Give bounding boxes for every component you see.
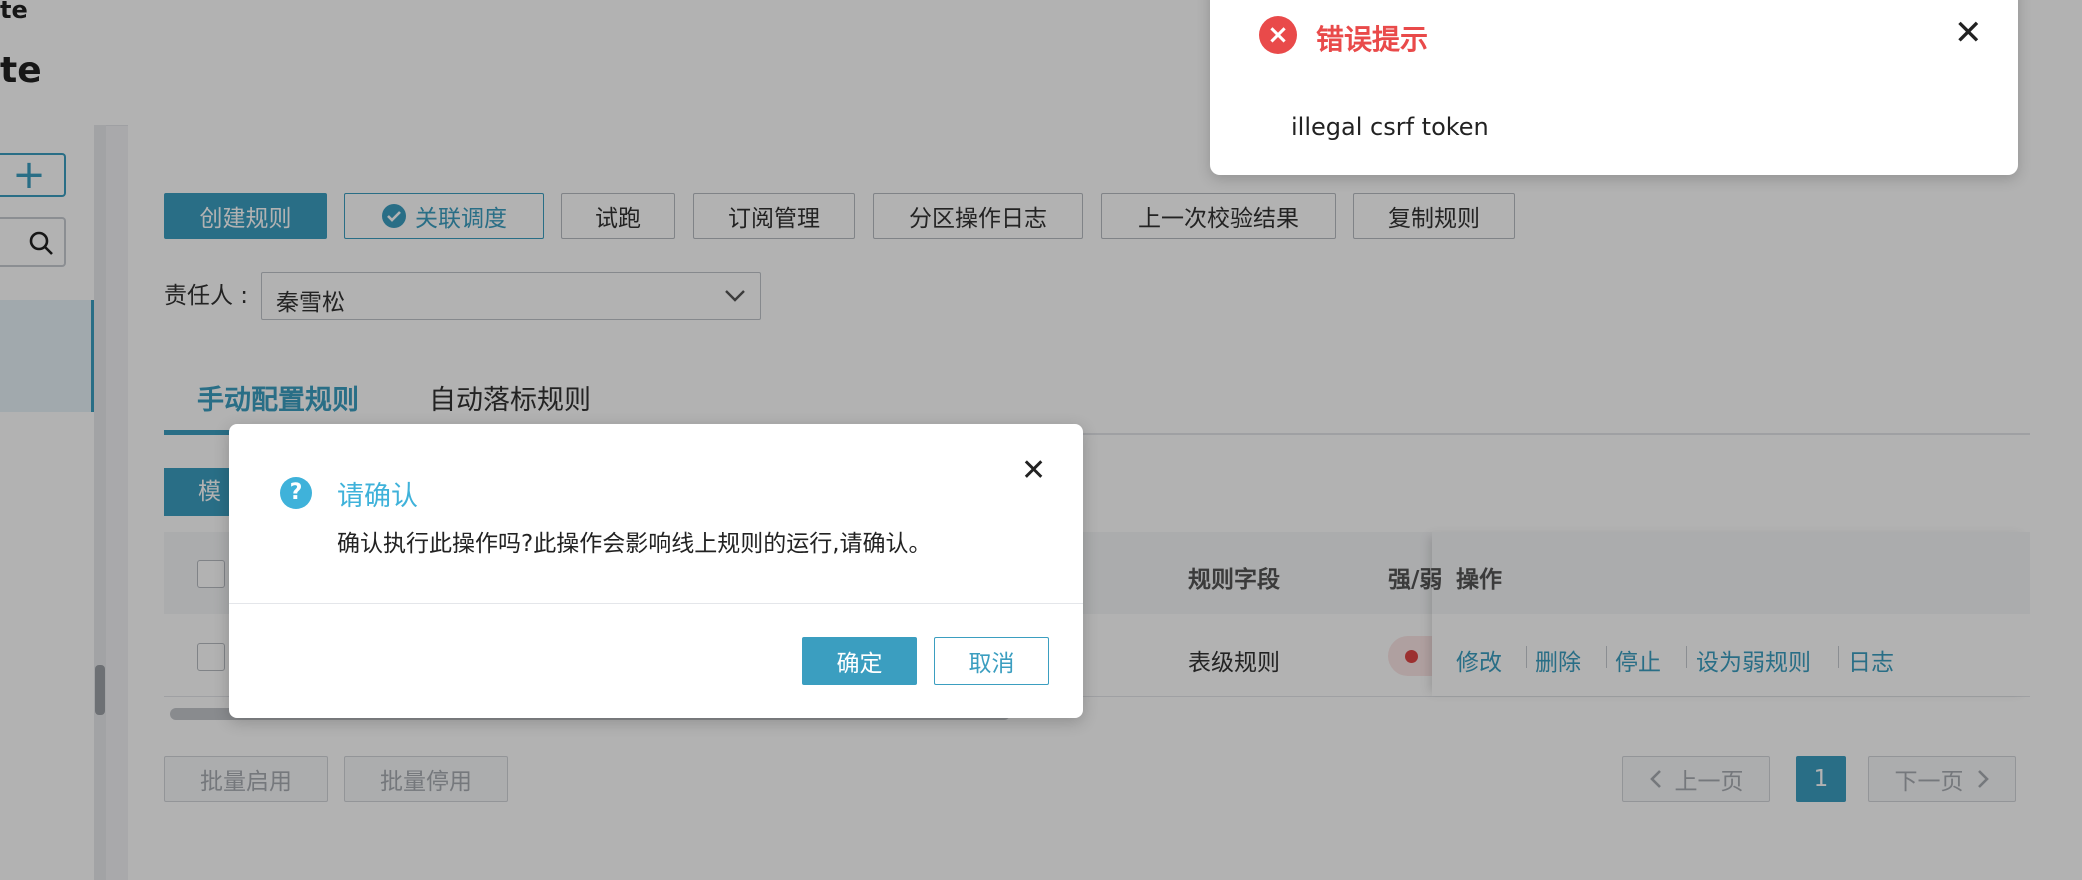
close-icon[interactable]: ✕ [1954,16,1983,50]
dialog-close-icon[interactable]: ✕ [1021,455,1046,487]
confirm-cancel-button[interactable]: 取消 [934,637,1049,685]
question-circle-icon: ? [280,477,312,509]
dialog-divider [229,603,1083,604]
error-circle-icon: × [1259,16,1297,54]
dialog-message: 确认执行此操作吗?此操作会影响线上规则的运行,请确认。 [337,531,932,557]
error-toast-message: illegal csrf token [1291,113,1489,141]
dialog-title: 请确认 [337,481,418,512]
error-toast-title: 错误提示 [1316,23,1429,56]
confirm-ok-button[interactable]: 确定 [802,637,917,685]
